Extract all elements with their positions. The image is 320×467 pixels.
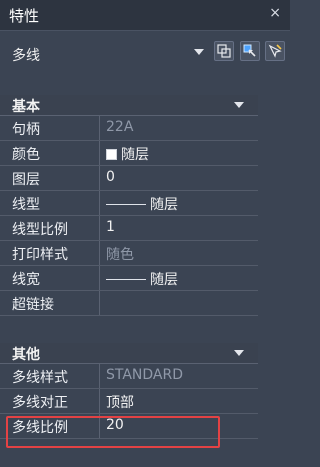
select-objects-icon[interactable] <box>240 41 260 61</box>
property-row[interactable]: 超链接 <box>0 291 258 316</box>
property-value-text: 随层 <box>121 147 149 163</box>
basic-properties-grid: 句柄 22A 颜色 随层 图层 0 线型 随层 线型比例 1 打印样式 随色 线… <box>0 116 258 316</box>
color-swatch-icon <box>106 148 117 160</box>
property-value: 顶部 <box>106 395 134 411</box>
chevron-down-icon[interactable] <box>194 49 204 55</box>
property-row[interactable]: 线型 随层 <box>0 191 258 216</box>
property-value: 随层 <box>106 144 149 164</box>
quick-select-icon[interactable] <box>265 41 285 61</box>
property-label: 超链接 <box>12 297 54 313</box>
property-row[interactable]: 打印样式 随色 <box>0 241 258 266</box>
property-row[interactable]: 线宽 随层 <box>0 266 258 291</box>
object-type-selector[interactable]: 多线 <box>0 31 290 77</box>
section-basic-title: 基本 <box>12 99 40 115</box>
property-row[interactable]: 线型比例 1 <box>0 216 258 241</box>
property-value: 1 <box>106 219 115 235</box>
property-value-text: 随层 <box>150 272 178 288</box>
section-other-title: 其他 <box>12 347 40 363</box>
section-other-header[interactable]: 其他 <box>0 343 258 364</box>
property-label: 多线对正 <box>12 395 68 411</box>
panel-title: 特性 <box>9 7 40 25</box>
property-label: 颜色 <box>12 147 40 163</box>
section-basic-header[interactable]: 基本 <box>0 95 258 116</box>
property-value: 随层 <box>106 269 178 289</box>
property-value-text: 随层 <box>150 197 178 213</box>
property-label: 图层 <box>12 172 40 188</box>
property-value: 22A <box>106 119 134 135</box>
property-row[interactable]: 多线比例 20 <box>0 414 258 439</box>
scrollbar-area <box>258 95 290 467</box>
linetype-sample-icon <box>106 203 146 205</box>
property-label: 线宽 <box>12 272 40 288</box>
property-label: 句柄 <box>12 122 40 138</box>
lineweight-sample-icon <box>106 278 146 280</box>
property-value: STANDARD <box>106 367 184 383</box>
property-value: 随色 <box>106 247 134 263</box>
toggle-pickadd-icon[interactable] <box>214 41 234 61</box>
property-value: 随层 <box>106 194 178 214</box>
property-label: 多线比例 <box>12 420 68 436</box>
property-label: 多线样式 <box>12 370 68 386</box>
object-type-value: 多线 <box>12 48 40 64</box>
property-value: 0 <box>106 169 115 185</box>
property-label: 线型 <box>12 197 40 213</box>
other-properties-grid: 多线样式 STANDARD 多线对正 顶部 多线比例 20 <box>0 364 258 439</box>
close-icon[interactable]: × <box>269 5 281 21</box>
property-row[interactable]: 颜色 随层 <box>0 141 258 166</box>
property-row[interactable]: 图层 0 <box>0 166 258 191</box>
property-row[interactable]: 多线样式 STANDARD <box>0 364 258 389</box>
property-label: 线型比例 <box>12 222 68 238</box>
property-label: 打印样式 <box>12 247 68 263</box>
property-row[interactable]: 句柄 22A <box>0 116 258 141</box>
property-row[interactable]: 多线对正 顶部 <box>0 389 258 414</box>
collapse-icon[interactable] <box>234 102 244 108</box>
properties-titlebar: 特性 × <box>0 0 290 31</box>
collapse-icon[interactable] <box>234 350 244 356</box>
property-value[interactable]: 20 <box>106 417 124 433</box>
